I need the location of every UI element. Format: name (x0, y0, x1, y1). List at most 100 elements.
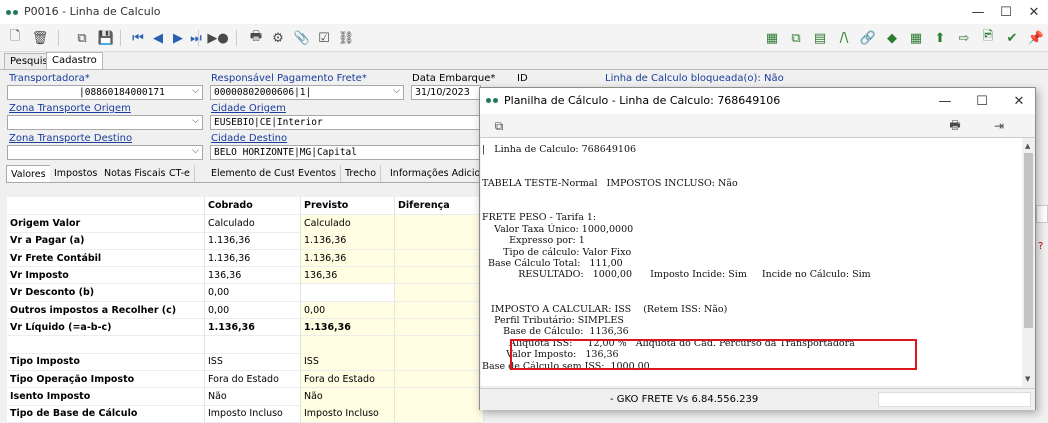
dialog-minimize-icon[interactable]: — (935, 91, 955, 111)
chevron-down-icon[interactable]: ⌵ (192, 116, 199, 126)
previsto-cell[interactable]: ISS (301, 353, 395, 371)
cobrado-cell[interactable]: 0,00 (205, 301, 301, 319)
calculator-icon[interactable]: ▦ (762, 28, 782, 48)
previsto-cell[interactable]: 0,00 (301, 301, 395, 319)
diferenca-cell[interactable] (395, 266, 484, 285)
chevron-down-icon[interactable]: ⌵ (192, 86, 199, 96)
next-record-icon[interactable]: ▶ (168, 28, 188, 48)
chevron-down-icon[interactable]: ⌵ (192, 146, 199, 156)
subtab-notas-fiscais[interactable]: Notas Fiscais (100, 165, 171, 182)
tab-cadastro[interactable]: Cadastro (46, 52, 103, 70)
table-row[interactable]: Isento Imposto Não Não (7, 388, 484, 406)
table-row[interactable]: Tipo Operação Imposto Fora do Estado Fora … (7, 370, 484, 389)
grid-column-header[interactable]: Cobrado (205, 197, 301, 215)
table-row[interactable]: Vr Frete Contábil 1.136,36 1.136,36 (7, 249, 484, 268)
data-embarque-field[interactable]: 31/10/2023 (411, 85, 481, 100)
print-icon[interactable]: 🖶 (246, 28, 266, 48)
copy-sheet-icon[interactable]: ⧉ (786, 28, 806, 48)
last-record-icon[interactable]: ⏭ (186, 28, 206, 48)
cobrado-cell[interactable]: 0,00 (205, 284, 301, 302)
formula-icon[interactable]: /\ (834, 28, 854, 48)
diferenca-cell[interactable] (395, 301, 484, 319)
diferenca-cell[interactable] (395, 405, 484, 423)
first-record-icon[interactable]: ⏮ (128, 28, 148, 48)
exit-icon[interactable]: ⇥ (989, 116, 1009, 136)
responsavel-field[interactable]: 00000802000606|1| ⌵ (210, 85, 404, 100)
previsto-cell[interactable]: 1.136,36 (301, 232, 395, 250)
subtab-elemento-custo[interactable]: Elemento de Custo (207, 165, 307, 182)
table-row[interactable]: Tipo Imposto ISS ISS (7, 353, 484, 371)
previsto-cell[interactable]: Imposto Incluso (301, 405, 395, 423)
minimize-icon[interactable]: — (968, 2, 988, 22)
link-icon[interactable]: ⛓ (336, 28, 356, 48)
subtab-trecho[interactable]: Trecho (341, 165, 382, 182)
sheet-gear-icon[interactable]: ▦ (906, 28, 926, 48)
previsto-cell[interactable]: Fora do Estado (301, 370, 395, 389)
attach-icon[interactable]: 📎 (292, 28, 312, 48)
table-row[interactable]: Vr Desconto (b) 0,00 (7, 284, 484, 302)
help-icon[interactable]: ? (1038, 241, 1043, 252)
diamond-icon[interactable]: ◆ (882, 28, 902, 48)
table-row[interactable]: Outros impostos a Recolher (c) 0,00 0,00 (7, 301, 484, 319)
cobrado-cell[interactable]: 1.136,36 (205, 249, 301, 268)
dialog-close-icon[interactable]: ✕ (1009, 91, 1029, 111)
diferenca-cell[interactable] (395, 284, 484, 302)
chain-icon[interactable]: 🔗 (858, 28, 878, 48)
table-row[interactable]: Tipo de Base de Cálculo Imposto Incluso Im… (7, 405, 484, 423)
cidade-origem-field[interactable]: EUSEBIO|CE|Interior (210, 115, 480, 130)
diferenca-cell[interactable] (395, 388, 484, 406)
cobrado-cell[interactable]: 1.136,36 (205, 318, 301, 337)
grid-icon[interactable]: ▤ (810, 28, 830, 48)
table-row[interactable] (7, 336, 484, 354)
save-icon[interactable]: 💾 (96, 28, 116, 48)
cobrado-cell[interactable]: ISS (205, 353, 301, 371)
zona-origem-field[interactable]: ⌵ (7, 115, 203, 130)
previsto-cell[interactable] (301, 336, 395, 354)
table-row[interactable]: Vr Líquido (=a-b-c) 1.136,36 1.136,36 (7, 318, 484, 337)
table-row[interactable]: Vr a Pagar (a) 1.136,36 1.136,36 (7, 232, 484, 250)
previsto-cell[interactable]: 1.136,36 (301, 249, 395, 268)
previsto-cell[interactable]: Não (301, 388, 395, 406)
scroll-up-icon[interactable]: ▲ (1025, 142, 1030, 150)
grid-column-header[interactable]: Diferença (395, 197, 484, 215)
diferenca-cell[interactable] (395, 318, 484, 337)
check-icon[interactable]: ✔ (1002, 28, 1022, 48)
dialog-maximize-icon[interactable]: ☐ (972, 91, 992, 111)
scroll-thumb[interactable] (1024, 153, 1033, 328)
cobrado-cell[interactable]: Não (205, 388, 301, 406)
table-row[interactable]: Origem Valor Calculado Calculado (7, 215, 484, 233)
print-icon[interactable]: 🖶 (945, 116, 965, 136)
subtab-cte[interactable]: CT-e (165, 165, 195, 182)
subtab-impostos[interactable]: Impostos (50, 165, 103, 182)
previsto-cell[interactable] (301, 284, 395, 302)
grid-column-header[interactable] (7, 197, 205, 215)
cobrado-cell[interactable]: Calculado (205, 215, 301, 233)
report-scrollbar[interactable]: ▲ ▼ (1022, 138, 1035, 386)
grid-column-header[interactable]: Previsto (301, 197, 395, 215)
maximize-icon[interactable]: ☐ (996, 2, 1016, 22)
table-row[interactable]: Vr Imposto 136,36 136,36 (7, 266, 484, 285)
previous-record-icon[interactable]: ◀ (148, 28, 168, 48)
image-edit-icon[interactable]: 🖻 (978, 28, 998, 48)
chevron-down-icon[interactable]: ⌵ (393, 86, 400, 96)
subtab-valores[interactable]: Valores (6, 165, 51, 182)
scroll-down-icon[interactable]: ▼ (1025, 375, 1030, 383)
diferenca-cell[interactable] (395, 215, 484, 233)
export-icon[interactable]: ⇨ (954, 28, 974, 48)
transportadora-field[interactable]: |08860184000171 ⌵ (7, 85, 203, 100)
cobrado-cell[interactable] (205, 336, 301, 354)
diferenca-cell[interactable] (395, 232, 484, 250)
diferenca-cell[interactable] (395, 353, 484, 371)
copy-icon[interactable]: ⧉ (72, 28, 92, 48)
previsto-cell[interactable]: 1.136,36 (301, 318, 395, 337)
cidade-destino-field[interactable]: BELO HORIZONTE|MG|Capital (210, 145, 480, 160)
diferenca-cell[interactable] (395, 370, 484, 389)
subtab-informacoes-adicionais[interactable]: Informações Adicionais (386, 165, 480, 182)
cobrado-cell[interactable]: 1.136,36 (205, 232, 301, 250)
diferenca-cell[interactable] (395, 249, 484, 268)
previsto-cell[interactable]: Calculado (301, 215, 395, 233)
checkbox-icon[interactable]: ☑ (314, 28, 334, 48)
subtab-eventos[interactable]: Eventos (294, 165, 341, 182)
close-icon[interactable]: ✕ (1024, 2, 1044, 22)
copy-report-icon[interactable]: ⧉ (489, 116, 509, 136)
